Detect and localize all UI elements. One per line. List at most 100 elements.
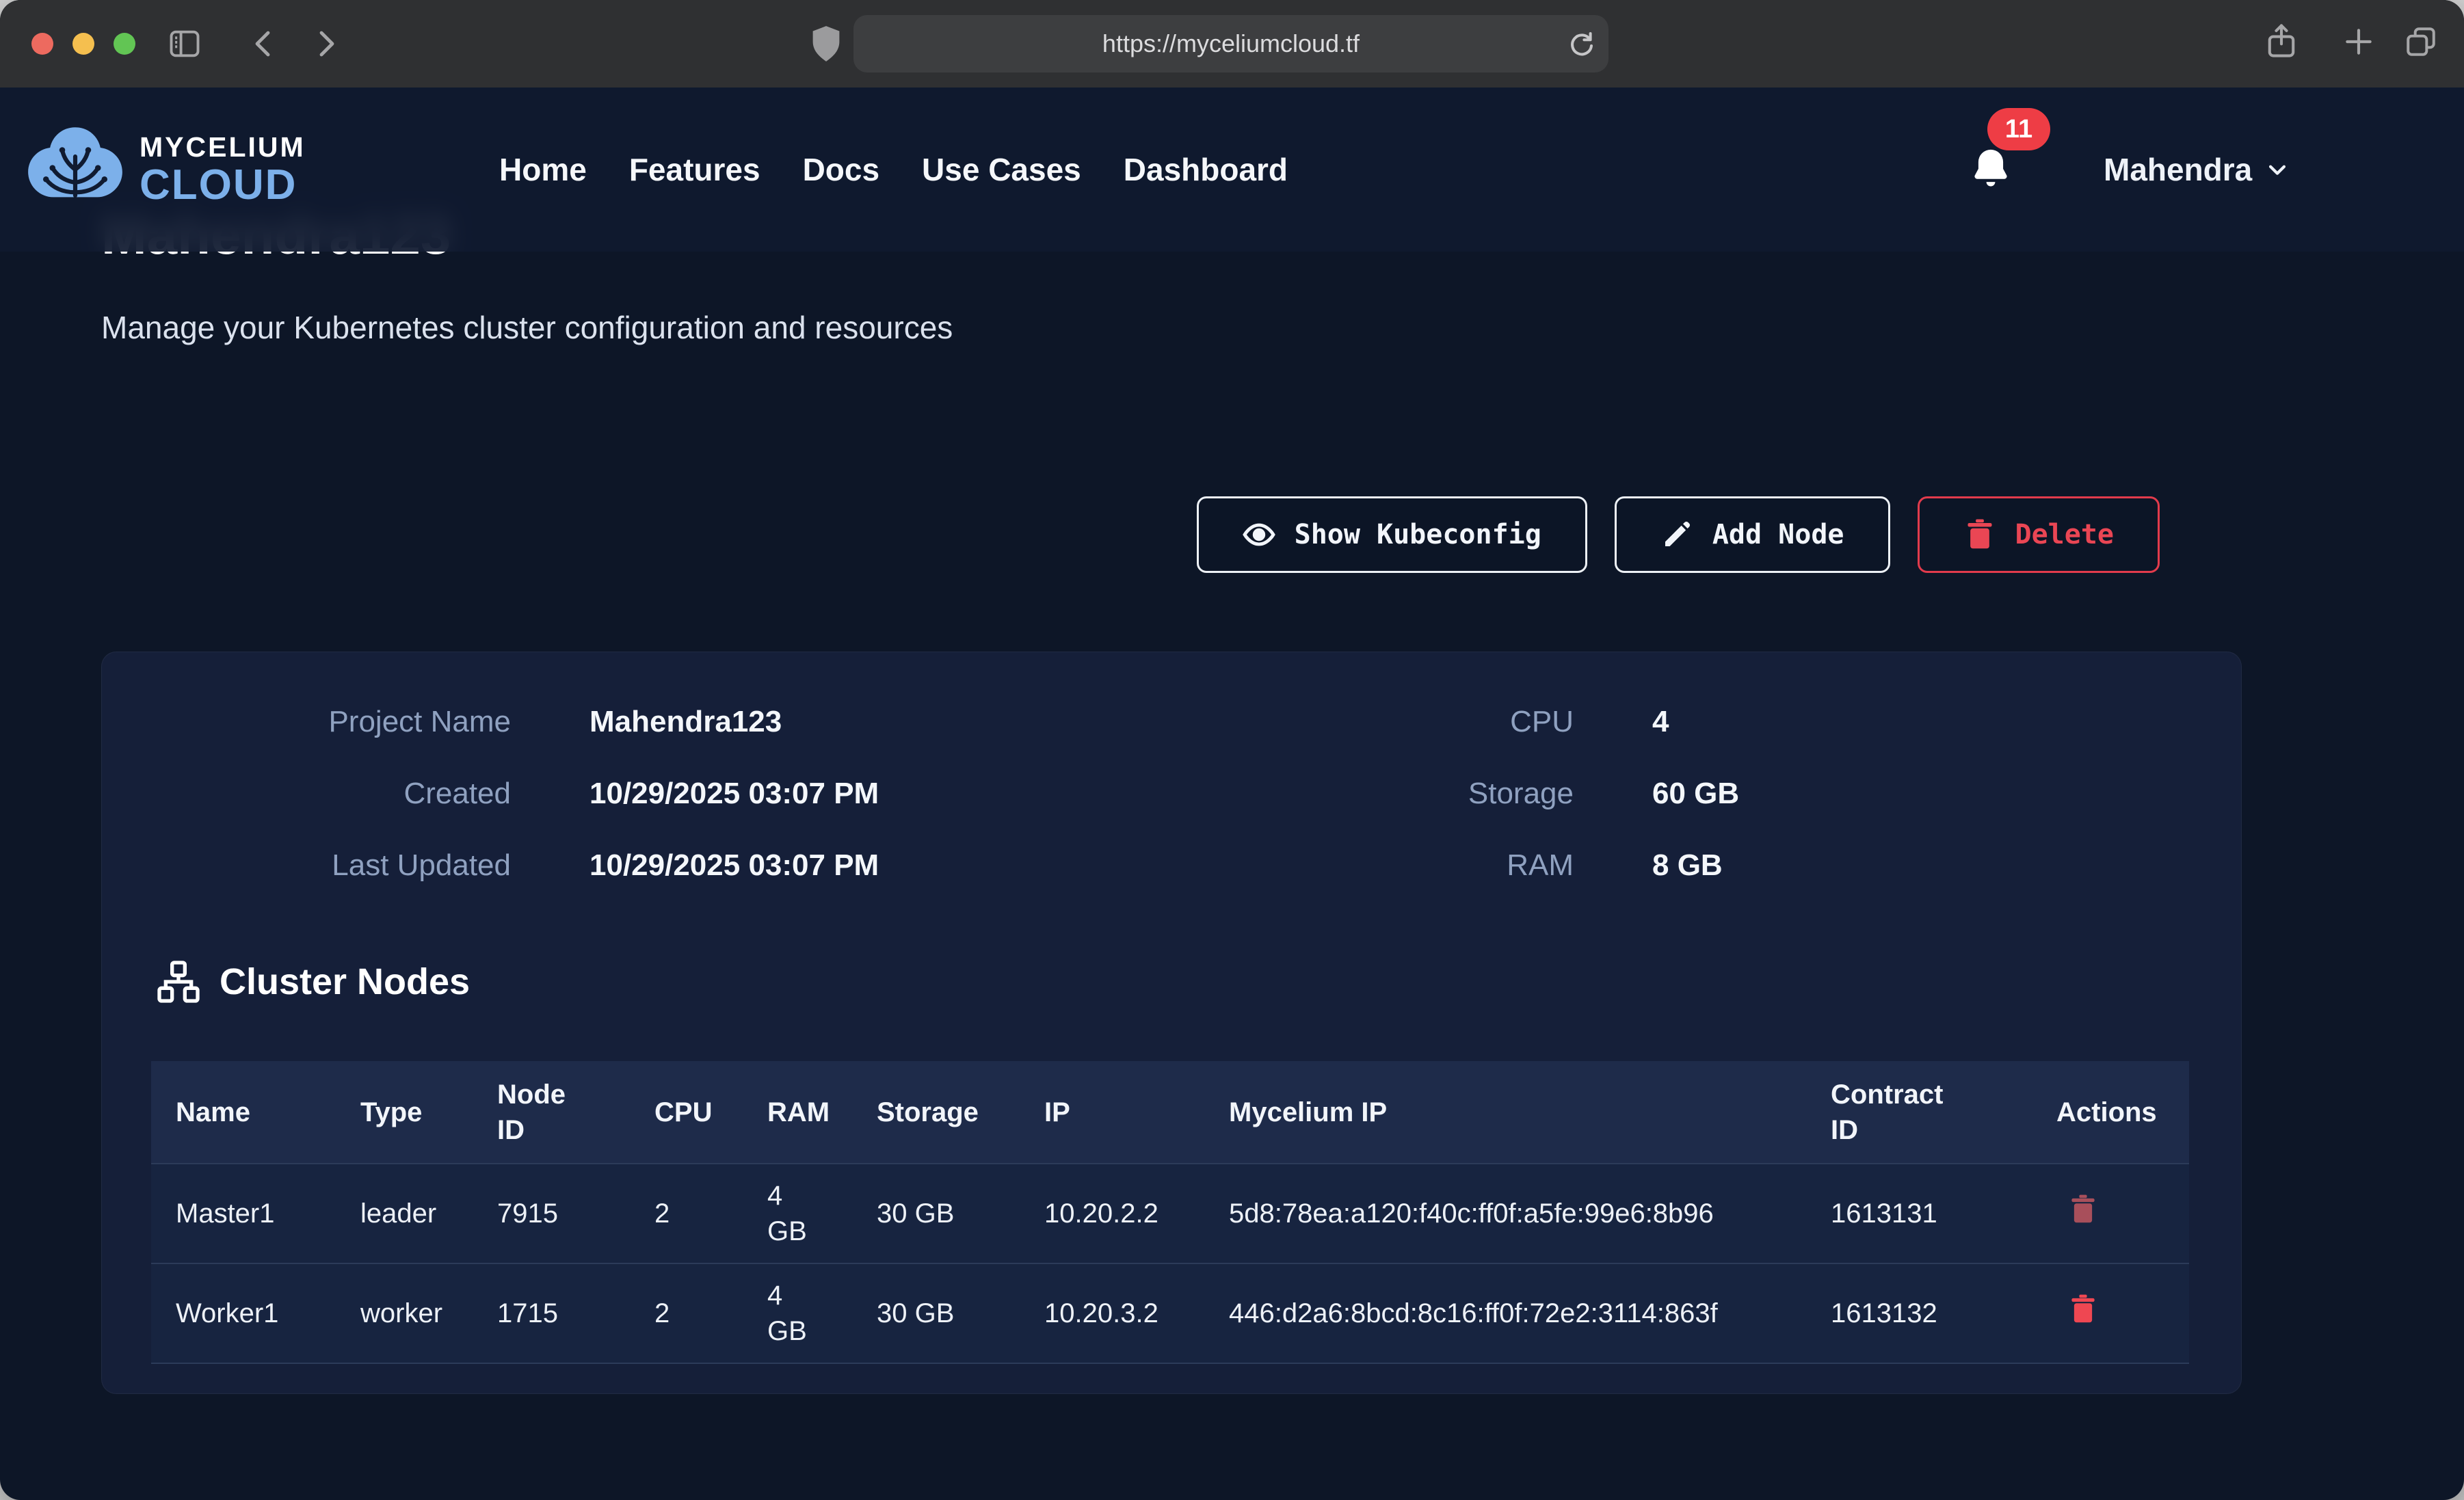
tab-overview-icon[interactable] xyxy=(2403,25,2439,59)
browser-toolbar: https://myceliumcloud.tf xyxy=(0,0,2464,88)
storage-row: Storage 60 GB xyxy=(1059,777,1739,811)
cell-mycelium-ip: 446:d2a6:8bcd:8c16:ff0f:72e2:3114:863f xyxy=(1204,1263,1806,1363)
cell-ram: 4 GB xyxy=(743,1164,852,1263)
browser-window: https://myceliumcloud.tf xyxy=(0,0,2464,1500)
col-name: Name xyxy=(151,1061,336,1164)
address-bar[interactable]: https://myceliumcloud.tf xyxy=(853,15,1608,72)
cell-storage: 30 GB xyxy=(852,1263,1020,1363)
nav-item-dashboard[interactable]: Dashboard xyxy=(1124,151,1288,188)
col-storage: Storage xyxy=(852,1061,1020,1164)
last-updated-label: Last Updated xyxy=(102,848,511,883)
storage-value: 60 GB xyxy=(1652,777,1739,811)
project-name-value: Mahendra123 xyxy=(589,705,782,739)
delete-cluster-button[interactable]: Delete xyxy=(1918,496,2160,573)
logo-text: MYCELIUM CLOUD xyxy=(140,133,306,206)
cluster-nodes-heading: Cluster Nodes xyxy=(157,960,470,1004)
ram-value: 8 GB xyxy=(1652,848,1723,883)
show-kubeconfig-label: Show Kubeconfig xyxy=(1295,519,1541,550)
col-ip: IP xyxy=(1020,1061,1204,1164)
project-name-row: Project Name Mahendra123 xyxy=(102,705,782,739)
cell-ip: 10.20.3.2 xyxy=(1020,1263,1204,1363)
nav-item-home[interactable]: Home xyxy=(499,151,587,188)
new-tab-icon[interactable] xyxy=(2342,25,2376,59)
ram-label: RAM xyxy=(1059,848,1574,883)
privacy-shield-icon[interactable] xyxy=(808,25,844,63)
page-subtitle: Manage your Kubernetes cluster configura… xyxy=(101,309,953,346)
trash-icon xyxy=(2069,1194,2097,1225)
created-row: Created 10/29/2025 03:07 PM xyxy=(102,777,879,811)
user-menu[interactable]: Mahendra xyxy=(2104,88,2289,252)
network-icon xyxy=(157,960,200,1004)
cell-node-id: 7915 xyxy=(473,1164,630,1263)
window-controls xyxy=(31,33,135,55)
cell-node-id: 1715 xyxy=(473,1263,630,1363)
notification-count-badge: 11 xyxy=(1987,108,2050,150)
last-updated-value: 10/29/2025 03:07 PM xyxy=(589,848,879,883)
cluster-nodes-table: Name Type Node ID CPU RAM Storage IP Myc… xyxy=(151,1061,2189,1364)
reload-icon[interactable] xyxy=(1565,27,1598,60)
cell-mycelium-ip: 5d8:78ea:a120:f40c:ff0f:a5fe:99e6:8b96 xyxy=(1204,1164,1806,1263)
delete-node-button[interactable] xyxy=(2069,1294,2097,1327)
cluster-actions: Show Kubeconfig Add Node Delete xyxy=(1197,496,2160,573)
cell-storage: 30 GB xyxy=(852,1164,1020,1263)
cluster-details-card: Project Name Mahendra123 Created 10/29/2… xyxy=(101,652,2242,1394)
nav-item-features[interactable]: Features xyxy=(629,151,760,188)
nav-item-docs[interactable]: Docs xyxy=(803,151,879,188)
col-mycelium-ip: Mycelium IP xyxy=(1204,1061,1806,1164)
storage-label: Storage xyxy=(1059,777,1574,811)
mycelium-cloud-logo-icon xyxy=(23,118,127,221)
cell-cpu: 2 xyxy=(630,1164,743,1263)
eye-icon xyxy=(1243,518,1275,551)
cell-cpu: 2 xyxy=(630,1263,743,1363)
trash-icon xyxy=(1963,518,1996,551)
cell-type: worker xyxy=(336,1263,473,1363)
logo-line1: MYCELIUM xyxy=(140,133,306,161)
last-updated-row: Last Updated 10/29/2025 03:07 PM xyxy=(102,848,879,883)
cluster-nodes-title: Cluster Nodes xyxy=(220,961,470,1003)
col-type: Type xyxy=(336,1061,473,1164)
logo-line2: CLOUD xyxy=(140,164,306,206)
created-label: Created xyxy=(102,777,511,811)
zoom-window-button[interactable] xyxy=(114,33,135,55)
chevron-down-icon xyxy=(2266,158,2289,181)
table-row: Worker1 worker 1715 2 4 GB 30 GB 10.20.3… xyxy=(151,1263,2189,1363)
add-node-button[interactable]: Add Node xyxy=(1615,496,1890,573)
trash-icon xyxy=(2069,1294,2097,1325)
close-window-button[interactable] xyxy=(31,33,53,55)
cpu-row: CPU 4 xyxy=(1059,705,1669,739)
project-name-label: Project Name xyxy=(102,705,511,739)
col-ram: RAM xyxy=(743,1061,852,1164)
cell-name: Worker1 xyxy=(151,1263,336,1363)
show-kubeconfig-button[interactable]: Show Kubeconfig xyxy=(1197,496,1587,573)
col-cpu: CPU xyxy=(630,1061,743,1164)
minimize-window-button[interactable] xyxy=(72,33,94,55)
created-value: 10/29/2025 03:07 PM xyxy=(589,777,879,811)
back-button-icon[interactable] xyxy=(248,27,280,60)
col-actions: Actions xyxy=(2032,1061,2189,1164)
cell-name: Master1 xyxy=(151,1164,336,1263)
cell-ram: 4 GB xyxy=(743,1263,852,1363)
cell-ip: 10.20.2.2 xyxy=(1020,1164,1204,1263)
col-contract-id: Contract ID xyxy=(1806,1061,2032,1164)
notifications-button[interactable]: 11 xyxy=(1967,88,2015,252)
cell-actions xyxy=(2032,1164,2189,1263)
url-text: https://myceliumcloud.tf xyxy=(1102,29,1360,58)
delete-node-button[interactable] xyxy=(2069,1194,2097,1227)
nav-item-use-cases[interactable]: Use Cases xyxy=(922,151,1081,188)
site-logo[interactable]: MYCELIUM CLOUD xyxy=(23,88,306,252)
cpu-value: 4 xyxy=(1652,705,1669,739)
forward-button-icon[interactable] xyxy=(309,27,342,60)
user-name: Mahendra xyxy=(2104,151,2252,188)
pencil-icon xyxy=(1660,518,1693,551)
table-header-row: Name Type Node ID CPU RAM Storage IP Myc… xyxy=(151,1061,2189,1164)
cpu-label: CPU xyxy=(1059,705,1574,739)
cell-actions xyxy=(2032,1263,2189,1363)
macos-desktop: https://myceliumcloud.tf xyxy=(0,0,2464,1500)
ram-row: RAM 8 GB xyxy=(1059,848,1723,883)
share-icon[interactable] xyxy=(2264,22,2299,60)
site-header: MYCELIUM CLOUD Home Features Docs Use Ca… xyxy=(0,88,2464,252)
cell-type: leader xyxy=(336,1164,473,1263)
bell-icon xyxy=(1967,146,2015,193)
sidebar-toggle-icon[interactable] xyxy=(167,26,202,62)
main-nav: Home Features Docs Use Cases Dashboard xyxy=(499,88,1288,252)
